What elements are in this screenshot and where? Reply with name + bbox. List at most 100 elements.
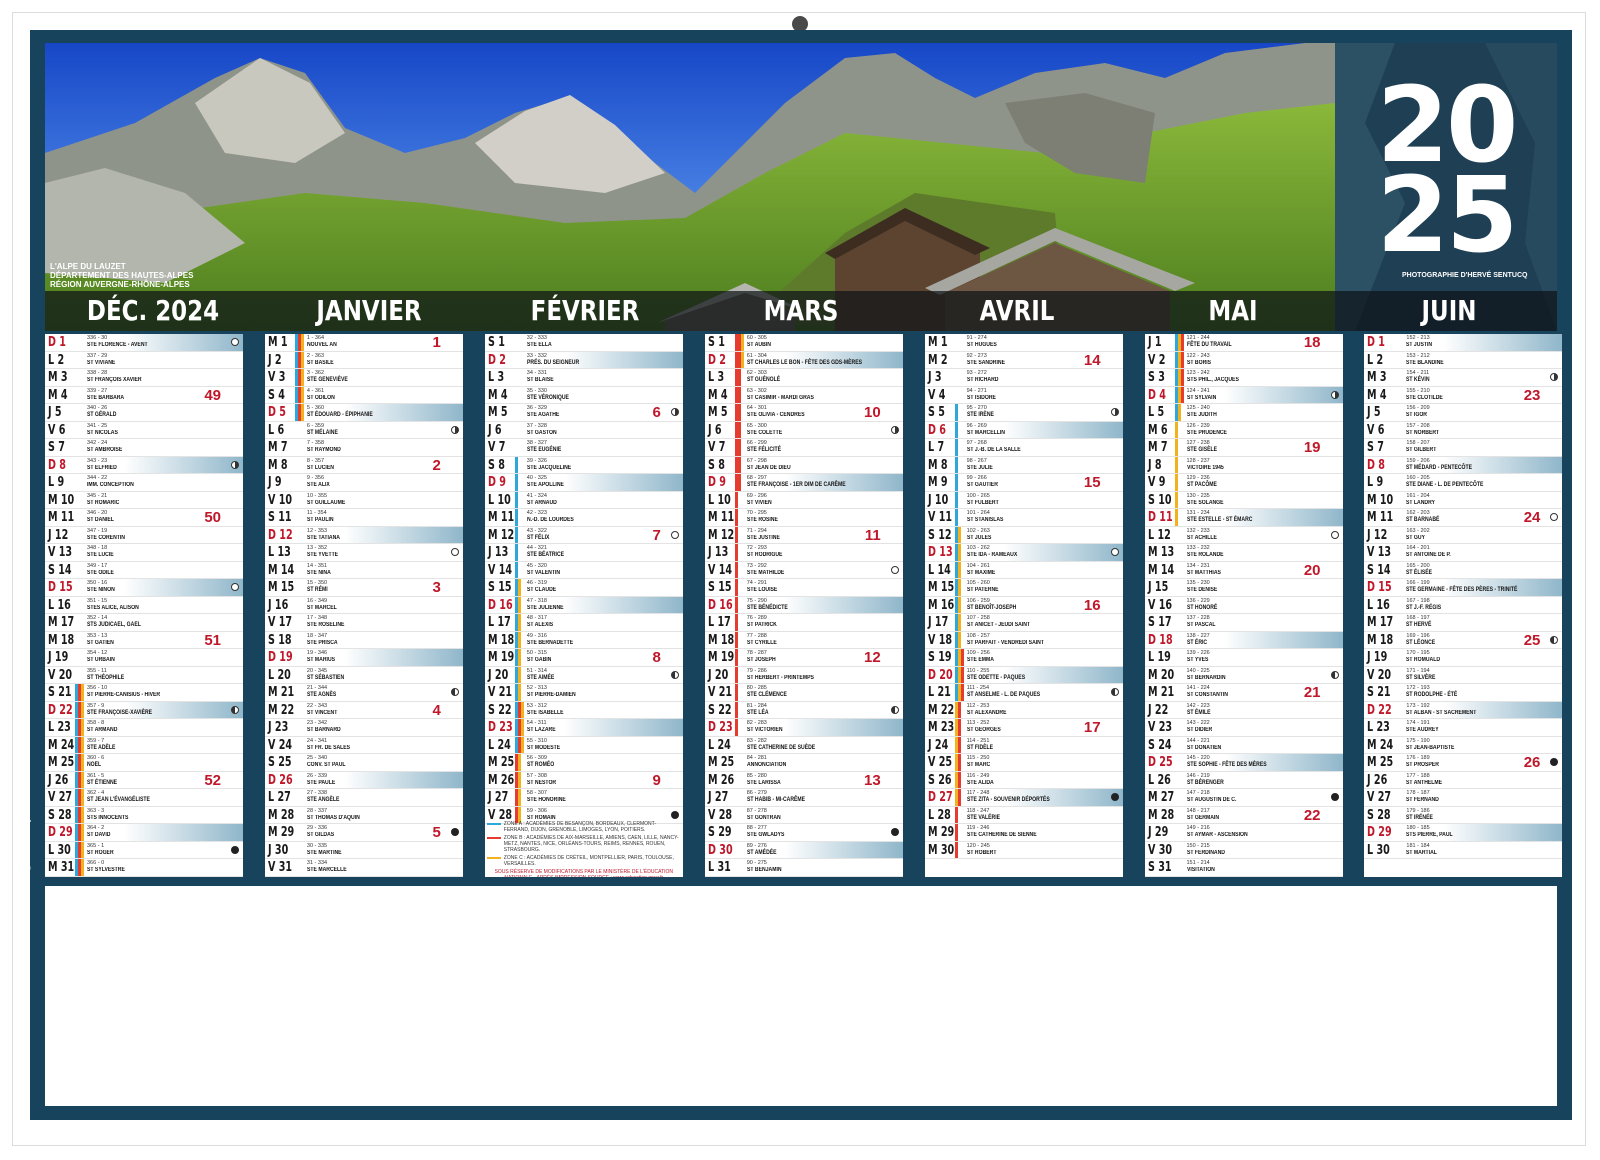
moon-phase-icon [1330,530,1339,539]
day-label: J 27 [487,790,509,805]
saint-name: STE COLETTE [746,429,782,436]
day-ordinal: 82 - 283 [746,720,767,726]
day-label: J 16 [267,597,289,613]
day-label: L 17 [487,615,511,630]
day-row: S 19 109 - 256 STE EMMA [924,649,1123,667]
day-row: M 18 353 - 13 ST GATIEN 51 [45,632,243,649]
day-label: V 3 [267,370,286,385]
school-holiday-zone-bar [734,719,738,736]
day-ordinal: 355 - 11 [87,667,107,674]
saint-name: STS INNOCENTS [87,814,129,821]
mountain-landscape-image [45,43,1335,331]
week-number: 3 [432,579,441,596]
day-ordinal: 122 - 243 [1186,352,1210,359]
day-row: S 21 172 - 193 ST RODOLPHE - ÉTÉ [1364,684,1563,702]
school-holiday-zone-bar [954,509,958,526]
day-label: M 24 [1367,737,1394,753]
school-holiday-zone-bar [81,789,84,806]
saint-name: ST HONORÉ [1186,604,1217,611]
day-row: V 20 171 - 194 ST SILVÈRE [1364,667,1563,684]
school-holiday-zone-bar [81,719,84,736]
day-row: D 26 26 - 339 STE PAULE [264,771,463,789]
school-holiday-zone-bar [1180,369,1184,386]
saint-name: ST CHARLES LE BON - FÊTE DES GDS-MÈRES [746,359,862,366]
day-ordinal: 146 - 219 [1186,772,1210,779]
day-row: M 25 84 - 281 ANNONCIATION [704,754,903,772]
saint-name: ST ELFRIED [87,464,117,471]
week-number: 1 [432,334,441,351]
school-holiday-zone-bar [734,579,738,596]
day-label: L 2 [48,352,65,368]
saint-name: ST ALEXANDRE [966,709,1007,716]
day-row: L 10 69 - 296 ST VIVIEN [704,491,903,509]
school-zones-legend: ZONE A : ACADÉMIES DE BESANÇON, BORDEAUX… [486,821,681,877]
day-row: J 19 354 - 12 ST URBAIN [45,649,243,667]
day-ordinal: 140 - 225 [1186,667,1210,674]
day-label: D 26 [267,772,293,788]
saint-name: STE ROSINE [746,517,778,523]
day-label: D 5 [267,405,286,420]
saint-name: STE AUDREY [1406,727,1440,733]
day-row: S 14 165 - 200 ST ÉLISÉE [1364,562,1563,579]
moon-phase-icon [231,845,239,854]
saint-name: ST STANISLAS [966,517,1004,523]
day-label: S 22 [487,702,512,718]
day-row: D 15 350 - 16 STE NINON [45,579,243,597]
day-ordinal: 14 - 351 [306,562,328,569]
week-number: 2 [432,456,441,474]
day-label: J 19 [48,650,69,665]
day-label: S 4 [267,387,285,403]
saint-name: STE JULIENNE [526,604,564,611]
day-label: L 12 [1147,527,1171,543]
moon-phase-icon [890,705,899,714]
day-row: D 13 103 - 262 STE IDA - RAMEAUX [924,544,1123,562]
day-row: V 13 164 - 201 ST ANTOINE DE P. [1364,544,1563,562]
day-label: J 29 [1147,825,1168,840]
moon-phase-icon [231,460,239,469]
saint-name: ST ODILON [306,394,335,401]
day-label: J 23 [267,720,289,735]
day-ordinal: 10 - 355 [306,492,328,499]
day-label: M 27 [1147,790,1174,805]
day-label: V 7 [707,440,726,455]
day-label: J 5 [48,405,62,420]
day-ordinal: 141 - 224 [1186,685,1210,691]
day-label: J 20 [707,667,728,683]
saint-name: FÊTE DU TRAVAIL [1186,342,1232,348]
saint-name: ST PAULIN [306,517,334,523]
saint-name: ST MODESTE [526,744,560,751]
day-row: M 5 64 - 301 STE OLIVIA - CENDRES 10 [704,404,903,422]
day-row: L 9 160 - 205 STE DIANE - L. DE PENTECÔTE [1364,474,1563,492]
day-ordinal: 29 - 336 [306,825,328,831]
day-ordinal: 129 - 236 [1186,475,1210,481]
saint-name: ST ALEXIS [526,622,553,628]
day-row: M 15 15 - 350 ST RÉMI 3 [264,579,463,597]
saint-name: N.-D. DE LOURDES [526,517,574,523]
school-holiday-zone-bar [520,701,524,719]
day-label: L 19 [1147,650,1171,665]
saint-name: ST PARFAIT - VENDREDI SAINT [966,639,1044,646]
day-row: S 18 18 - 347 STE PRISCA [264,632,463,649]
day-label: M 5 [707,405,728,420]
day-label: V 4 [927,387,946,403]
day-row: L 16 167 - 198 ST J.-F. RÉGIS [1364,597,1563,614]
day-ordinal: 134 - 231 [1186,562,1210,569]
day-label: S 21 [48,685,72,700]
day-ordinal: 360 - 6 [87,755,105,761]
day-ordinal: 179 - 186 [1406,807,1430,814]
day-label: D 23 [487,720,513,735]
day-row: L 3 62 - 303 ST GUÉNOLÉ [704,369,903,387]
day-row: M 27 147 - 218 ST AUGUSTIN DE C. [1144,789,1343,807]
day-label: D 22 [1367,702,1393,718]
day-label: D 23 [707,720,733,735]
saint-name: ST GAUTIER [966,482,998,488]
saint-name: STE IDA - RAMEAUX [966,552,1017,558]
saint-name: STE GWLADYS [746,832,785,838]
day-label: L 16 [48,597,71,613]
day-ordinal: 160 - 205 [1406,475,1430,481]
school-holiday-zone-bar [81,824,84,841]
day-ordinal: 143 - 222 [1186,720,1210,726]
day-ordinal: 40 - 325 [526,475,547,481]
moon-phase-icon [1550,635,1559,644]
saint-name: ST ROMÉO [526,762,555,768]
